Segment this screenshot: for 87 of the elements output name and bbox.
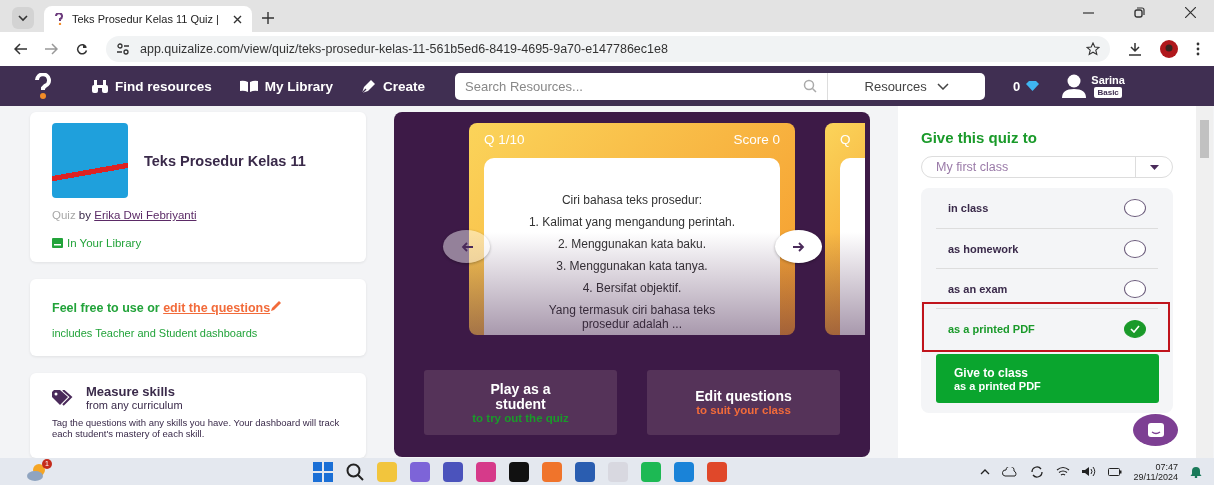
radio-button[interactable] [1124, 199, 1146, 217]
assignment-option[interactable]: as homework [936, 228, 1158, 268]
user-avatar-icon[interactable] [1061, 74, 1088, 98]
diamond-icon [1026, 81, 1040, 91]
site-logo-icon[interactable] [34, 73, 52, 99]
clock-time: 07:47 [1155, 461, 1178, 472]
edit-questions-button[interactable]: Edit questions to suit your class [647, 370, 840, 435]
quiz-type-label: Quiz [52, 209, 76, 221]
star-icon[interactable] [1086, 42, 1100, 56]
close-icon[interactable] [1185, 6, 1196, 18]
assignment-option[interactable]: as an exam [936, 268, 1158, 308]
weather-icon[interactable] [26, 461, 48, 482]
nav-link[interactable]: Find resources [92, 78, 212, 94]
chevron-down-icon [936, 82, 949, 90]
chevron-up-icon[interactable] [979, 468, 990, 475]
radio-button[interactable] [1124, 279, 1146, 298]
battery-icon[interactable] [1107, 466, 1122, 477]
caret-icon [1149, 164, 1159, 170]
tab-list-icon[interactable] [12, 7, 34, 29]
app-icon[interactable] [443, 462, 463, 482]
bell-icon[interactable] [1190, 465, 1202, 478]
forward-icon[interactable] [45, 43, 58, 55]
author-link[interactable]: Erika Dwi Febriyanti [94, 209, 197, 221]
next-button[interactable] [775, 230, 822, 263]
site-logo-icon [54, 13, 64, 25]
score-label: Score 0 [733, 132, 780, 147]
skills-description: Tag the questions with any skills you have. Your dashboard will track each student's mastery of each skill. [52, 417, 341, 440]
download-icon[interactable] [1128, 42, 1142, 56]
library-status: In Your Library [67, 237, 142, 249]
chat-icon [1147, 423, 1164, 437]
arrow-right-icon [792, 241, 805, 252]
plan-badge: Basic [1094, 87, 1122, 98]
search-icon [803, 79, 818, 93]
promo-text: Feel free to use or edit the questions [52, 300, 344, 316]
pen-icon [361, 78, 377, 94]
question-text: Yang termasuk ciri bahasa teks prosedur adalah ... [547, 303, 717, 331]
browser-tab[interactable]: Teks Prosedur Kelas 11 Quiz | [44, 6, 252, 32]
new-tab-icon[interactable] [262, 12, 274, 24]
search-field[interactable]: Search Resources... [455, 72, 828, 100]
back-icon[interactable] [14, 43, 27, 55]
arrow-left-icon [460, 241, 473, 252]
skills-title: Measure skills [86, 384, 176, 400]
question-text: Ciri bahasa teks prosedur: [561, 193, 703, 207]
search-icon[interactable] [346, 463, 364, 481]
menu-icon[interactable] [1196, 42, 1200, 56]
pencil-icon [270, 300, 284, 313]
nav-link[interactable]: My Library [239, 78, 334, 94]
chat-button[interactable] [1133, 414, 1178, 446]
clock-date: 29/11/2024 [1133, 471, 1178, 482]
book-icon [239, 80, 258, 92]
promo-subtext: includes Teacher and Student dashboards [52, 327, 259, 340]
app-icon[interactable] [509, 462, 529, 482]
radio-button[interactable] [1124, 239, 1146, 258]
profile-avatar-icon[interactable] [1160, 40, 1178, 58]
restore-icon[interactable] [1134, 6, 1145, 18]
user-name: Sarina [1091, 74, 1125, 86]
wifi-icon[interactable] [1055, 466, 1070, 477]
previous-button[interactable] [443, 230, 490, 263]
close-icon[interactable] [233, 14, 242, 24]
play-button[interactable]: Play as a student to try out the quiz [424, 370, 617, 435]
give-heading: Give this quiz to [921, 129, 1038, 146]
reload-icon[interactable] [76, 43, 88, 55]
binoculars-icon [92, 79, 108, 93]
tab-title: Teks Prosedur Kelas 11 Quiz | [72, 13, 220, 25]
resources-dropdown[interactable]: Resources [827, 72, 986, 100]
address-bar[interactable]: app.quizalize.com/view/quiz/teks-prosedur-kelas-11-561b5ed6-8419-4695-9a70-e147786ec1e8 [106, 36, 1110, 62]
by-label: by [78, 209, 91, 221]
gem-count: 0 [1013, 78, 1021, 94]
site-settings-icon[interactable] [116, 43, 130, 55]
checkmark-icon [1130, 324, 1140, 333]
question-text: 2. Menggunakan kata baku. [557, 237, 707, 251]
app-icon[interactable] [575, 462, 595, 482]
nav-link[interactable]: Create [361, 78, 426, 94]
question-text: 3. Menggunakan kata tanya. [556, 259, 708, 273]
book-icon [52, 238, 63, 248]
cloud-icon[interactable] [1001, 466, 1018, 477]
speaker-icon[interactable] [1081, 466, 1096, 477]
question-text: 4. Bersifat objektif. [582, 281, 682, 295]
skills-subtitle: from any curriculum [86, 399, 183, 412]
start-icon[interactable] [313, 462, 333, 482]
question-text: 1. Kalimat yang mengandung perintah. [528, 215, 736, 229]
quiz-title: Teks Prosedur Kelas 11 [144, 152, 307, 169]
sync-icon[interactable] [1029, 464, 1044, 479]
radio-button[interactable] [1124, 319, 1146, 338]
assignment-option[interactable]: in class [936, 188, 1158, 228]
question-counter: Q 1/10 [484, 132, 525, 147]
question-counter: Q [839, 131, 852, 147]
